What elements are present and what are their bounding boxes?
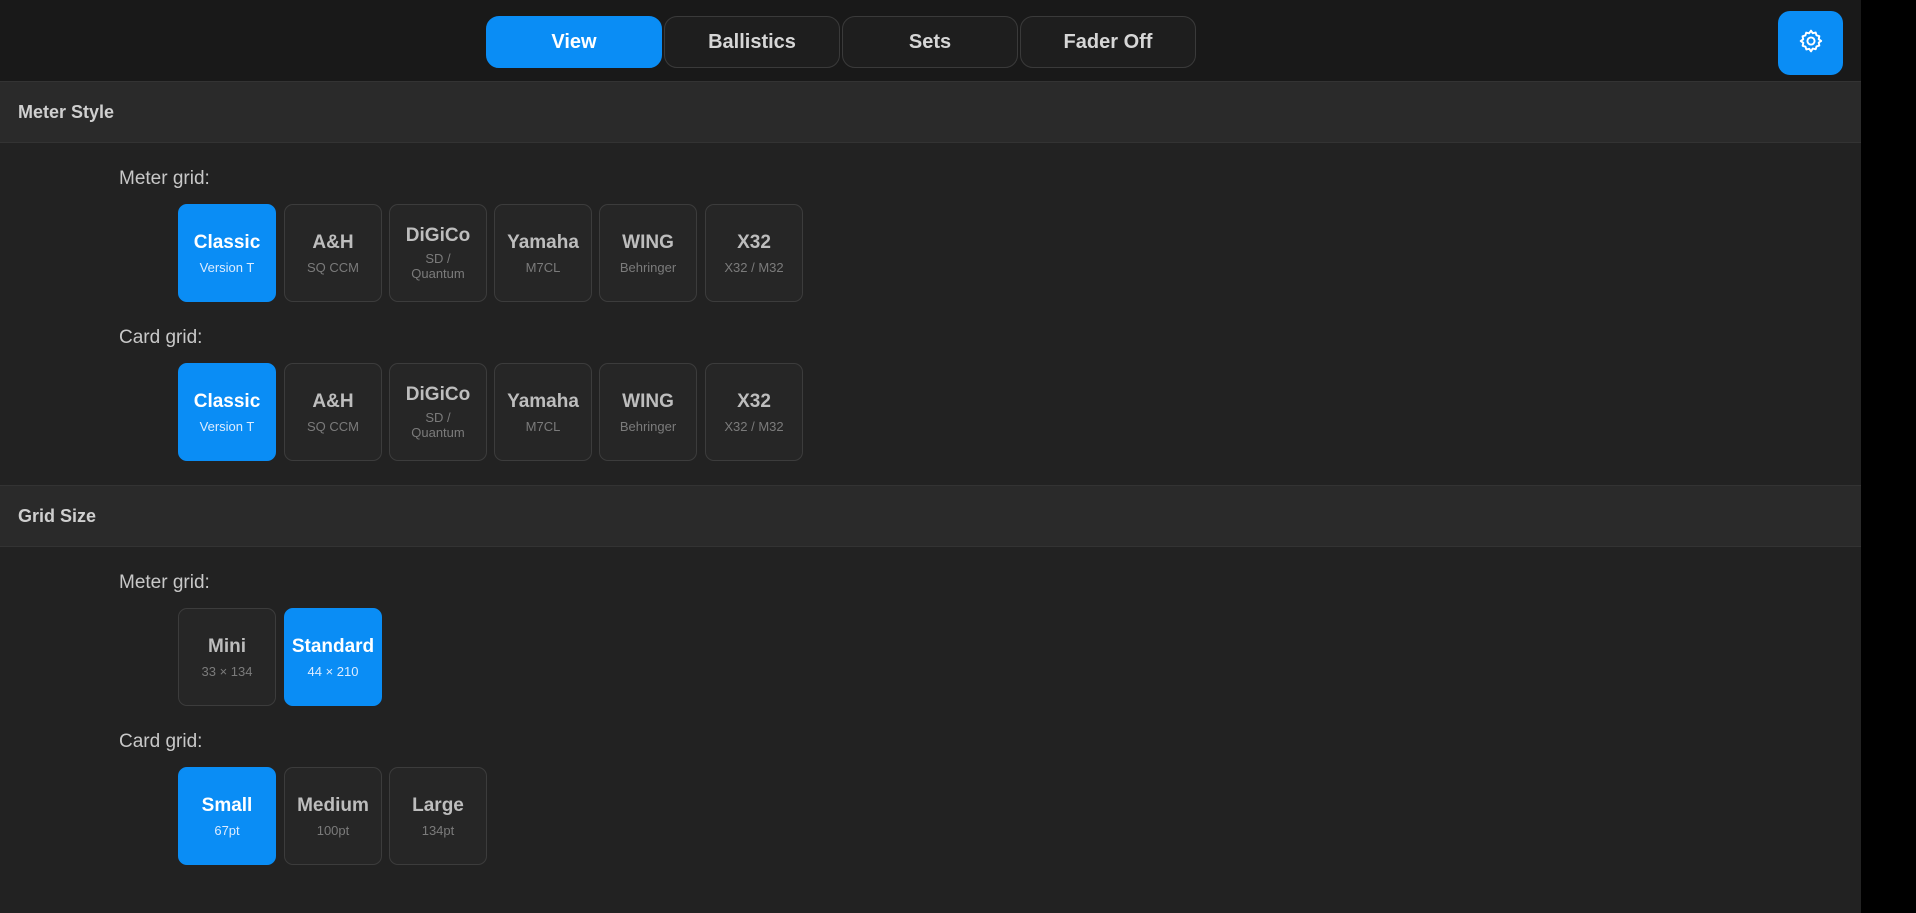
option-subtitle: 33 × 134 <box>201 663 253 679</box>
grid-size-card-grid-medium[interactable]: Medium 100pt <box>284 767 382 865</box>
section-header-grid-size: Grid Size <box>0 485 1861 547</box>
option-title: Classic <box>193 231 261 253</box>
section-title: Meter Style <box>18 101 115 122</box>
option-subtitle: M7CL <box>525 259 561 275</box>
option-subtitle: X32 / M32 <box>724 418 784 434</box>
top-toolbar: View Ballistics Sets Fader Off <box>0 0 1861 82</box>
settings-button[interactable] <box>1778 11 1843 75</box>
tab-view[interactable]: View <box>486 16 662 68</box>
meter-style-card-grid-wing[interactable]: WING Behringer <box>599 363 697 461</box>
option-subtitle: Version T <box>199 418 255 434</box>
option-subtitle: 67pt <box>214 822 240 838</box>
option-subtitle: X32 / M32 <box>724 259 784 275</box>
meter-style-meter-grid-x32[interactable]: X32 X32 / M32 <box>705 204 803 302</box>
option-subtitle: 100pt <box>316 822 350 838</box>
option-title: DiGiCo <box>405 225 471 246</box>
grid-size-meter-grid-mini[interactable]: Mini 33 × 134 <box>178 608 276 706</box>
grid-size-meter-grid-standard[interactable]: Standard 44 × 210 <box>284 608 382 706</box>
option-subtitle: SQ CCM <box>307 259 359 275</box>
option-subtitle: 44 × 210 <box>307 663 359 679</box>
option-subtitle: SD / Quantum <box>411 410 465 440</box>
tab-ballistics[interactable]: Ballistics <box>664 16 840 68</box>
option-title: WING <box>622 390 674 412</box>
option-title: X32 <box>737 390 771 412</box>
grid-size-card-grid-large[interactable]: Large 134pt <box>389 767 487 865</box>
meter-style-meter-grid-yamaha[interactable]: Yamaha M7CL <box>494 204 592 302</box>
meter-style-meter-grid-classic[interactable]: Classic Version T <box>178 204 276 302</box>
option-subtitle: 134pt <box>421 822 455 838</box>
meter-style-card-grid-ah[interactable]: A&H SQ CCM <box>284 363 382 461</box>
option-title: Yamaha <box>507 231 579 253</box>
gear-icon <box>1798 28 1824 59</box>
meter-style-card-grid-classic[interactable]: Classic Version T <box>178 363 276 461</box>
option-title: WING <box>622 231 674 253</box>
meter-style-meter-grid-wing[interactable]: WING Behringer <box>599 204 697 302</box>
option-title: Small <box>201 794 253 816</box>
grid-size-card-grid-small[interactable]: Small 67pt <box>178 767 276 865</box>
option-title: DiGiCo <box>405 384 471 405</box>
meter-style-card-grid-x32[interactable]: X32 X32 / M32 <box>705 363 803 461</box>
option-title: Classic <box>193 390 261 412</box>
card-grid-label: Card grid: <box>119 327 203 348</box>
option-title: Large <box>412 794 464 816</box>
option-title: A&H <box>312 231 354 253</box>
card-grid-label: Card grid: <box>119 731 203 752</box>
option-title: A&H <box>312 390 354 412</box>
tab-sets[interactable]: Sets <box>842 16 1018 68</box>
option-subtitle: SD / Quantum <box>411 251 465 281</box>
settings-panel: View Ballistics Sets Fader Off Meter Sty… <box>0 0 1861 913</box>
option-subtitle: M7CL <box>525 418 561 434</box>
option-title: X32 <box>737 231 771 253</box>
meter-style-card-grid-yamaha[interactable]: Yamaha M7CL <box>494 363 592 461</box>
option-title: Yamaha <box>507 390 579 412</box>
meter-style-card-grid-digico[interactable]: DiGiCo SD / Quantum <box>389 363 487 461</box>
screen-edge <box>1861 0 1916 913</box>
option-title: Standard <box>291 635 375 657</box>
meter-style-meter-grid-digico[interactable]: DiGiCo SD / Quantum <box>389 204 487 302</box>
meter-grid-label: Meter grid: <box>119 168 210 189</box>
option-subtitle: Version T <box>199 259 255 275</box>
section-title: Grid Size <box>18 505 97 526</box>
section-header-meter-style: Meter Style <box>0 81 1861 143</box>
option-subtitle: Behringer <box>619 418 677 434</box>
option-title: Medium <box>297 794 369 816</box>
tab-fader-off[interactable]: Fader Off <box>1020 16 1196 68</box>
option-subtitle: Behringer <box>619 259 677 275</box>
meter-grid-label: Meter grid: <box>119 572 210 593</box>
option-title: Mini <box>208 635 246 657</box>
meter-style-meter-grid-ah[interactable]: A&H SQ CCM <box>284 204 382 302</box>
option-subtitle: SQ CCM <box>307 418 359 434</box>
